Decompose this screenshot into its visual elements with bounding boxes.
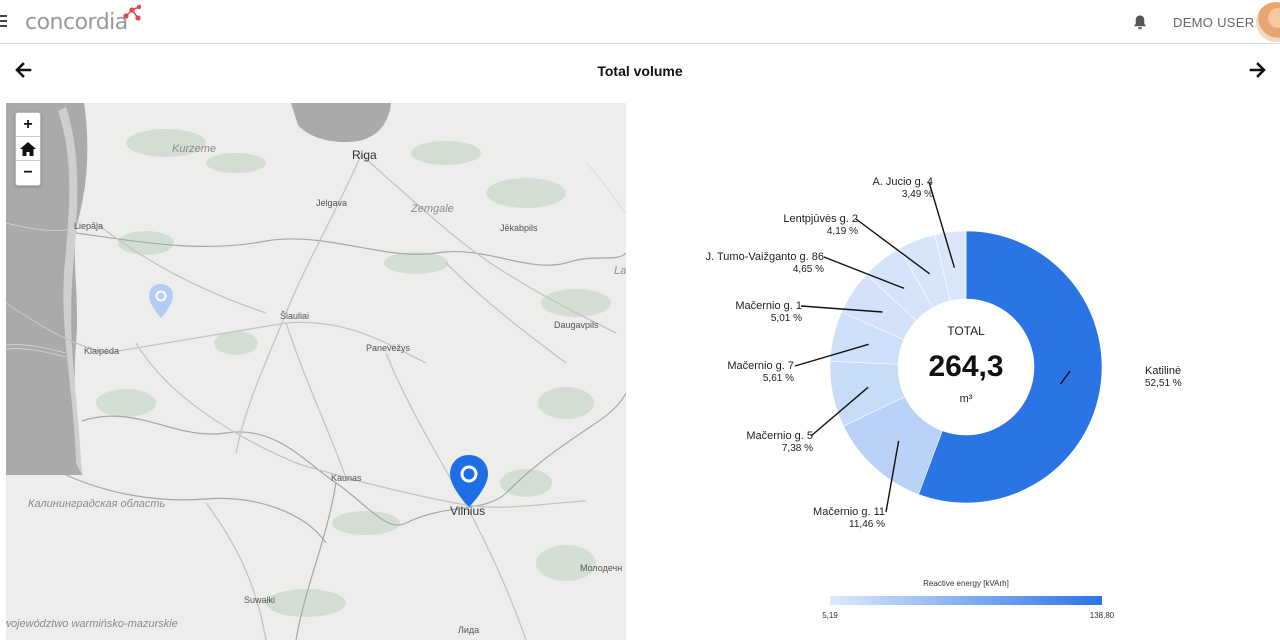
zoom-control: + − [15, 112, 41, 186]
home-icon [20, 141, 36, 156]
slice-label-j-tumo-vaizganto-g-86: J. Tumo-Vaižganto g. 86 [706, 251, 824, 263]
next-arrow-icon[interactable] [1249, 61, 1267, 79]
logo-text: concordia [25, 10, 128, 35]
zoom-in-button[interactable]: + [16, 113, 40, 137]
bell-icon[interactable] [1132, 14, 1148, 31]
map-label-lida: Лида [458, 625, 480, 635]
donut-chart-svg: Katilinė52,51 % Mačernio g. 1111,46 % Mače… [706, 176, 1182, 620]
map-label-liepaja: Liepāja [74, 221, 104, 231]
user-name[interactable]: DEMO USER [1173, 15, 1254, 30]
slice-percent-macernio-g-11: 11,46 % [849, 519, 885, 530]
legend-min-label: 5,19 [822, 611, 838, 620]
page-title: Total volume [597, 63, 683, 79]
map-label-kaliningrad: Калининградская область [28, 498, 166, 510]
map-label-jelgava: Jelgava [316, 198, 348, 208]
app-root: concordia DEMO USER Total volume Kurzeme… [0, 0, 1280, 640]
map-label-kurzeme: Kurzeme [172, 143, 217, 155]
slice-percent-j-tumo-vaizganto-g-86: 4,65 % [793, 264, 824, 275]
map-label-warminsko: województwo warmińsko-mazurskie [6, 618, 178, 630]
zoom-out-button[interactable]: − [16, 161, 40, 185]
map-label-siauliai: Šiauliai [280, 311, 310, 321]
map-label-panevezys: Panevėžys [366, 343, 411, 353]
menu-icon[interactable] [0, 15, 7, 27]
slice-percent-macernio-g-5: 7,38 % [782, 443, 813, 454]
slice-label-lentpjuves-g-2: Lentpjūvės g. 2 [783, 213, 858, 225]
slice-percent-macernio-g-1: 5,01 % [771, 313, 802, 324]
legend-max-label: 138,80 [1090, 611, 1115, 620]
home-button[interactable] [16, 137, 40, 161]
avatar[interactable] [1256, 2, 1280, 42]
center-value: 264,3 [928, 350, 1003, 383]
donut-chart: Katilinė 52,51 % Mačernio g. 11 11,46 % Mače… [640, 103, 1280, 640]
map-label-molodechno: Молодечн [580, 563, 623, 573]
map-label-jekabpils: Jēkabpils [500, 223, 538, 233]
slice-label-katiline: Katilinė [1145, 365, 1181, 377]
map-label-kaunas: Kaunas [331, 473, 362, 483]
slice-label-a-jucio-g-4: A. Jucio g. 4 [872, 176, 933, 188]
map-label-la: La [614, 265, 626, 277]
map-label-riga: Riga [352, 148, 377, 162]
slice-label-macernio-g-7: Mačernio g. 7 [727, 360, 794, 372]
top-bar: concordia DEMO USER [0, 0, 1280, 44]
legend-title: Reactive energy [kVArh] [923, 579, 1009, 588]
slice-percent-a-jucio-g-4: 3,49 % [902, 189, 933, 200]
slice-percent-lentpjuves-g-2: 4,19 % [827, 226, 858, 237]
slice-label-macernio-g-1: Mačernio g. 1 [735, 300, 802, 312]
map-label-daugavpils: Daugavpils [554, 320, 599, 330]
map-label-suwalki: Suwałki [244, 595, 276, 605]
center-label: TOTAL [947, 324, 985, 338]
legend-gradient-bar [830, 596, 1102, 605]
slice-percent-macernio-g-7: 5,61 % [763, 373, 794, 384]
map[interactable]: Kurzeme Riga Jelgava Zemgale Jēkabpils L… [6, 103, 626, 640]
map-marker-inactive-icon[interactable] [147, 283, 175, 319]
slice-label-macernio-g-5: Mačernio g. 5 [746, 430, 813, 442]
map-base-layer [6, 103, 626, 640]
center-unit: m³ [960, 393, 973, 405]
logo-mark-icon [123, 4, 142, 21]
map-marker-vilnius-icon[interactable] [447, 453, 491, 509]
slice-percent-katiline: 52,51 % [1145, 378, 1182, 389]
map-label-zemgale: Zemgale [411, 203, 454, 215]
slice-label-macernio-g-11: Mačernio g. 11 [813, 506, 885, 518]
map-label-klaipeda: Klaipėda [84, 346, 120, 356]
